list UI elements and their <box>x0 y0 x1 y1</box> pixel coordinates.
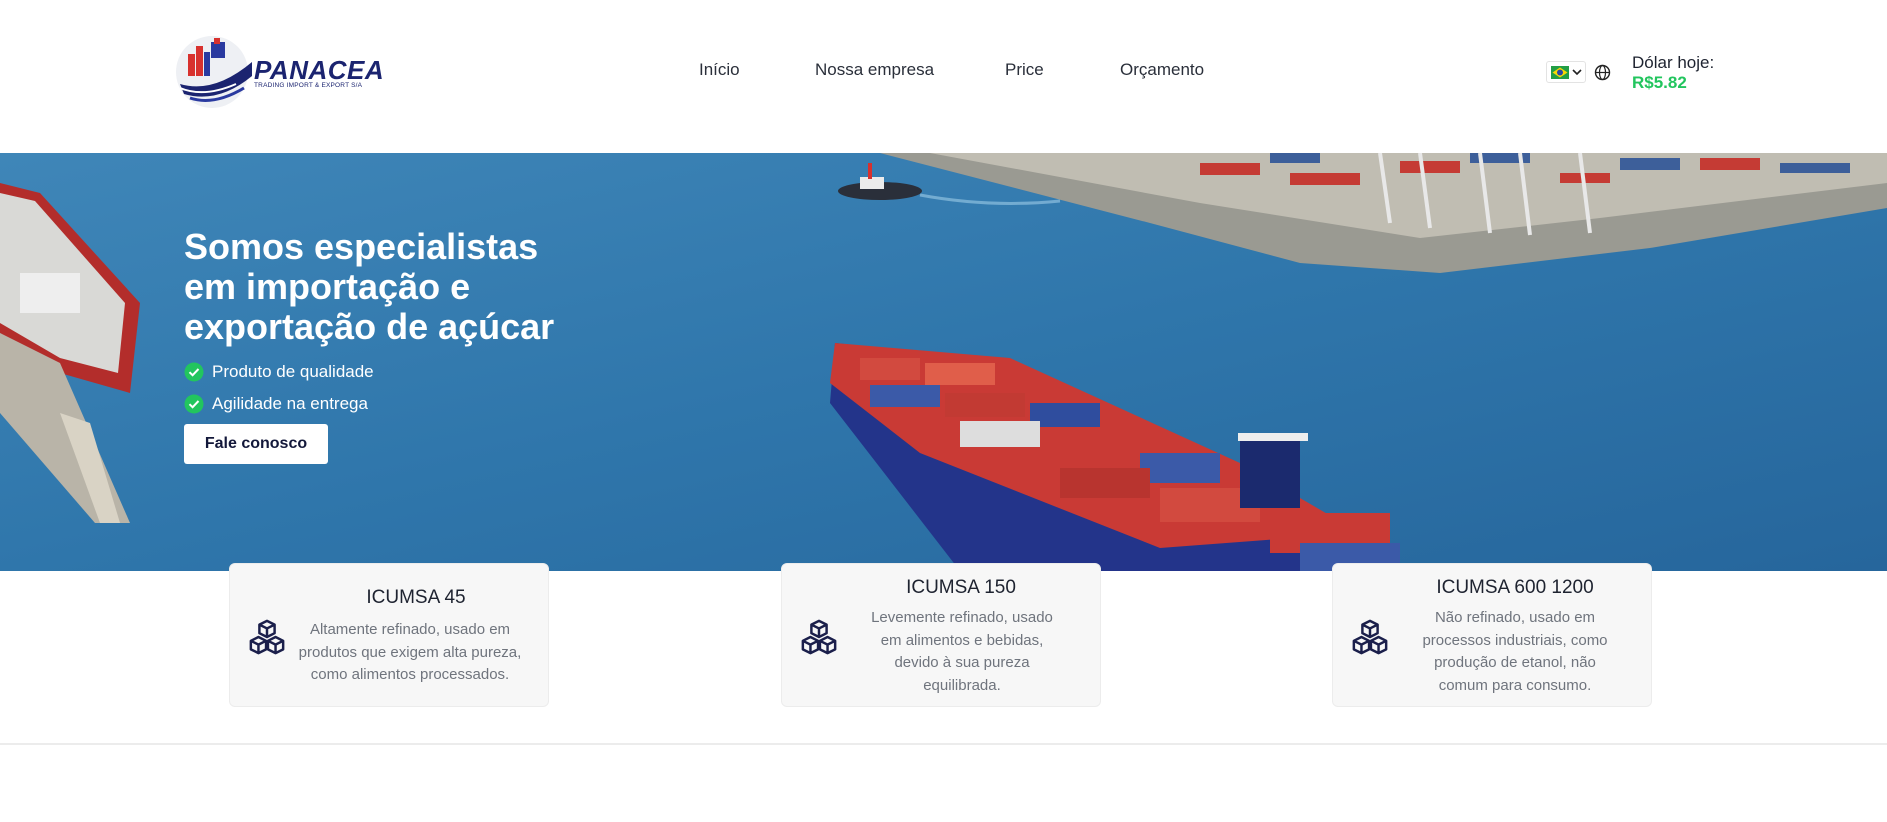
nav-item-orcamento[interactable]: Orçamento <box>1120 60 1204 80</box>
dollar-label: Dólar hoje: <box>1632 53 1715 72</box>
chevron-down-icon <box>1572 69 1582 76</box>
nav-item-inicio[interactable]: Início <box>699 60 740 80</box>
page: PANACEA TRADING IMPORT & EXPORT S/A Iníc… <box>0 0 1887 822</box>
hero-banner: Somos especialistas em importação e expo… <box>0 153 1887 571</box>
product-title: ICUMSA 45 <box>366 587 466 608</box>
nav-item-price[interactable]: Price <box>1005 60 1044 80</box>
brazil-flag-icon <box>1551 66 1569 79</box>
cubes-icon <box>1352 619 1388 655</box>
product-title: ICUMSA 600 1200 <box>1436 577 1594 598</box>
check-circle-icon <box>184 394 204 414</box>
contact-button[interactable]: Fale conosco <box>184 424 328 464</box>
section-divider <box>0 743 1887 745</box>
check-circle-icon <box>184 362 204 382</box>
language-select[interactable] <box>1546 61 1586 83</box>
product-description: Altamente refinado, usado em produtos qu… <box>298 621 522 683</box>
product-description: Não refinado, usado em processos industr… <box>1422 609 1608 694</box>
site-header: PANACEA TRADING IMPORT & EXPORT S/A Iníc… <box>0 0 1887 153</box>
feature-item-agility: Agilidade na entrega <box>184 393 368 415</box>
product-card-icumsa-45[interactable]: ICUMSA 45 Altamente refinado, usado em p… <box>229 563 549 707</box>
hero-title: Somos especialistas em importação e expo… <box>184 226 555 347</box>
product-card-icumsa-150[interactable]: ICUMSA 150 Levemente refinado, usado em … <box>781 563 1101 707</box>
product-description: Levemente refinado, usado em alimentos e… <box>871 609 1053 694</box>
dollar-value: R$5.82 <box>1632 73 1687 92</box>
cubes-icon <box>249 619 285 655</box>
feature-item-quality: Produto de qualidade <box>184 361 374 383</box>
cubes-icon <box>801 619 837 655</box>
nav-item-nossa-empresa[interactable]: Nossa empresa <box>815 60 934 80</box>
feature-text: Produto de qualidade <box>212 362 374 381</box>
feature-text: Agilidade na entrega <box>212 394 368 413</box>
product-card-icumsa-600-1200[interactable]: ICUMSA 600 1200 Não refinado, usado em p… <box>1332 563 1652 707</box>
product-title: ICUMSA 150 <box>906 577 1016 598</box>
globe-icon[interactable] <box>1594 64 1611 81</box>
